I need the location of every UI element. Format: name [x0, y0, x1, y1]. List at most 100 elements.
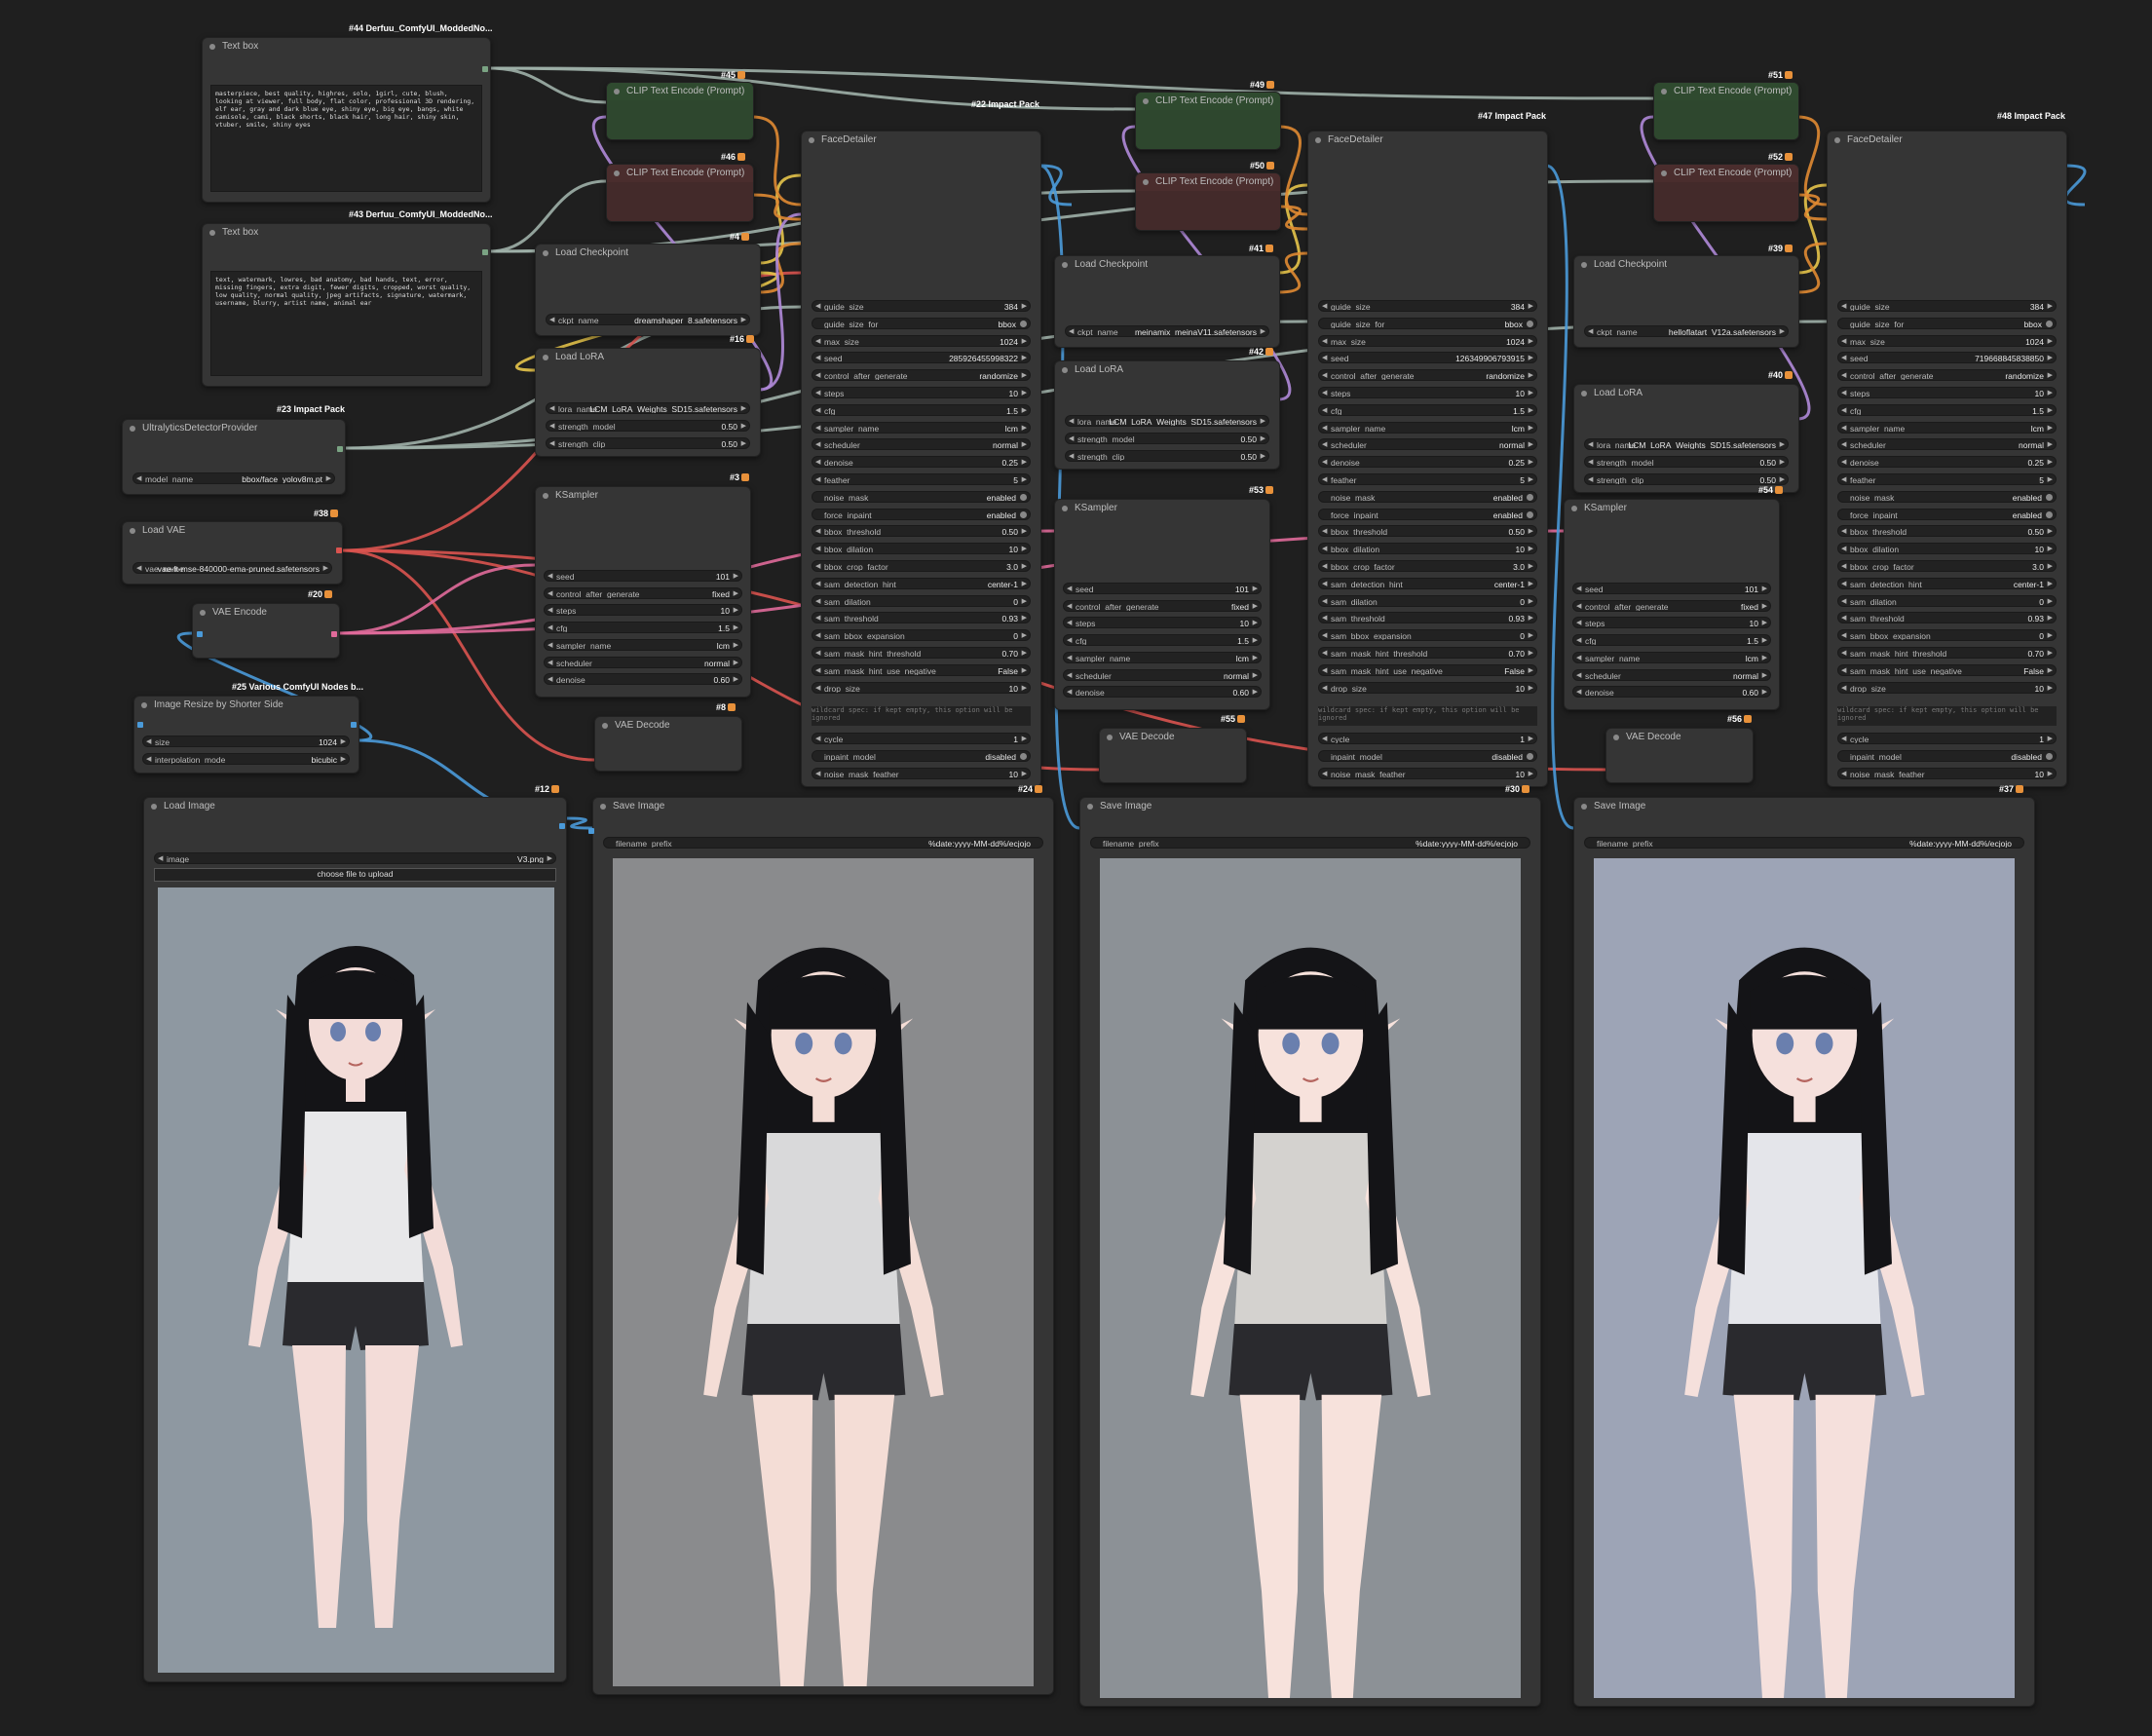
increment-arrow-icon[interactable]: ▶	[1762, 687, 1767, 697]
fd-widget-sam_mask_hint_threshold[interactable]: ◀ sam_mask_hint_threshold 0.70 ▶	[1318, 647, 1537, 659]
face-detailer-2-header[interactable]: FaceDetailer	[1828, 132, 2066, 149]
textbox-negative-header[interactable]: Text box	[203, 224, 490, 242]
increment-arrow-icon[interactable]: ▶	[1762, 670, 1767, 680]
collapse-dot[interactable]	[602, 723, 608, 729]
lora-name-widget[interactable]: ◀ lora_name LCM_LoRA_Weights_SD15.safetens…	[1584, 438, 1789, 450]
decrement-arrow-icon[interactable]: ◀	[815, 665, 820, 675]
increment-arrow-icon[interactable]: ▶	[1253, 635, 1258, 645]
increment-arrow-icon[interactable]: ▶	[1261, 326, 1265, 336]
increment-arrow-icon[interactable]: ▶	[1529, 596, 1533, 606]
decrement-arrow-icon[interactable]: ◀	[1322, 613, 1327, 623]
decrement-arrow-icon[interactable]: ◀	[1841, 544, 1846, 553]
collapse-dot[interactable]	[1613, 735, 1619, 740]
decrement-arrow-icon[interactable]: ◀	[1841, 769, 1846, 778]
fd-widget-bbox_dilation[interactable]: ◀ bbox_dilation 10 ▶	[812, 543, 1031, 555]
fd-widget-noise_mask_feather[interactable]: ◀ noise_mask_feather 10 ▶	[812, 767, 1031, 779]
wire-27[interactable]	[751, 115, 802, 207]
port-8[interactable]	[559, 823, 565, 829]
increment-arrow-icon[interactable]: ▶	[734, 640, 738, 650]
decrement-arrow-icon[interactable]: ◀	[1322, 336, 1327, 346]
increment-arrow-icon[interactable]: ▶	[1529, 423, 1533, 433]
increment-arrow-icon[interactable]: ▶	[1022, 336, 1027, 346]
fd-widget-cfg[interactable]: ◀ cfg 1.5 ▶	[1837, 403, 2057, 416]
wire-16[interactable]	[758, 173, 802, 265]
decrement-arrow-icon[interactable]: ◀	[1841, 370, 1846, 380]
vae-decode-0-header[interactable]: VAE Decode	[595, 717, 741, 735]
load-vae-node[interactable]: Load VAE ◀ vae_name vae-ft-mse-840000-ema-p…	[122, 521, 343, 585]
collapse-dot[interactable]	[1571, 506, 1577, 511]
increment-arrow-icon[interactable]: ▶	[1253, 584, 1258, 593]
collapse-dot[interactable]	[151, 804, 157, 810]
fd-widget-bbox_threshold[interactable]: ◀ bbox_threshold 0.50 ▶	[1318, 525, 1537, 538]
port-1[interactable]	[482, 249, 488, 255]
fd-widget-sam_mask_hint_use_negative[interactable]: ◀ sam_mask_hint_use_negative False ▶	[1837, 663, 2057, 676]
decrement-arrow-icon[interactable]: ◀	[1069, 451, 1074, 461]
decrement-arrow-icon[interactable]: ◀	[815, 596, 820, 606]
decrement-arrow-icon[interactable]: ◀	[547, 623, 552, 632]
collapse-dot[interactable]	[1581, 391, 1587, 396]
increment-arrow-icon[interactable]: ▶	[341, 736, 346, 746]
increment-arrow-icon[interactable]: ▶	[1253, 601, 1258, 611]
increment-arrow-icon[interactable]: ▶	[1529, 388, 1533, 397]
increment-arrow-icon[interactable]: ▶	[734, 588, 738, 598]
load-lora-0[interactable]: Load LoRA ◀ lora_name LCM_LoRA_Weights_SD15…	[535, 348, 761, 457]
filename-prefix-widget[interactable]: filename_prefix %date:yyyy-MM-dd%/ecjojo	[1090, 837, 1530, 849]
decrement-arrow-icon[interactable]: ◀	[1841, 388, 1846, 397]
decrement-arrow-icon[interactable]: ◀	[1588, 457, 1593, 467]
ksampler-widget-denoise[interactable]: ◀ denoise 0.60 ▶	[1572, 686, 1771, 698]
fd-widget-cfg[interactable]: ◀ cfg 1.5 ▶	[812, 403, 1031, 416]
increment-arrow-icon[interactable]: ▶	[1762, 618, 1767, 627]
decrement-arrow-icon[interactable]: ◀	[1322, 769, 1327, 778]
increment-arrow-icon[interactable]: ▶	[1253, 618, 1258, 627]
decrement-arrow-icon[interactable]: ◀	[1841, 630, 1846, 640]
fd-widget-sam_bbox_expansion[interactable]: ◀ sam_bbox_expansion 0 ▶	[1837, 629, 2057, 642]
increment-arrow-icon[interactable]: ▶	[1022, 596, 1027, 606]
size-widget[interactable]: ◀ size 1024 ▶	[142, 736, 350, 747]
decrement-arrow-icon[interactable]: ◀	[136, 563, 141, 573]
load-checkpoint-1[interactable]: Load Checkpoint ◀ ckpt_name meinamix_meinaV…	[1054, 255, 1280, 348]
decrement-arrow-icon[interactable]: ◀	[1067, 687, 1072, 697]
collapse-dot[interactable]	[1062, 262, 1068, 268]
toggle-icon[interactable]	[2046, 752, 2053, 760]
increment-arrow-icon[interactable]: ▶	[1762, 635, 1767, 645]
decrement-arrow-icon[interactable]: ◀	[1069, 326, 1074, 336]
increment-arrow-icon[interactable]: ▶	[1529, 630, 1533, 640]
image-select-widget[interactable]: ◀ image V3.png ▶	[154, 852, 556, 864]
decrement-arrow-icon[interactable]: ◀	[1841, 665, 1846, 675]
fd-widget-cycle[interactable]: ◀ cycle 1 ▶	[812, 733, 1031, 744]
decrement-arrow-icon[interactable]: ◀	[1322, 544, 1327, 553]
textbox-negative[interactable]: Text box text, watermark, lowres, bad ana…	[202, 223, 491, 387]
node-canvas[interactable]: #44 Derfuu_ComfyUI_ModdedNo... Text box ma…	[0, 0, 2152, 1736]
decrement-arrow-icon[interactable]: ◀	[815, 561, 820, 571]
wire-38[interactable]	[1038, 164, 1073, 207]
ksampler-widget-denoise[interactable]: ◀ denoise 0.60 ▶	[544, 673, 742, 686]
increment-arrow-icon[interactable]: ▶	[1529, 734, 1533, 743]
increment-arrow-icon[interactable]: ▶	[2048, 370, 2053, 380]
wire-22[interactable]	[1796, 242, 1828, 294]
wire-39[interactable]	[2063, 164, 2087, 207]
ksampler-widget-control_after_generate[interactable]: ◀ control_after_generate fixed ▶	[1572, 599, 1771, 612]
save-image-0-header[interactable]: Save Image	[593, 798, 1053, 815]
fd-widget-denoise[interactable]: ◀ denoise 0.25 ▶	[812, 456, 1031, 469]
decrement-arrow-icon[interactable]: ◀	[158, 853, 163, 863]
decrement-arrow-icon[interactable]: ◀	[1841, 336, 1846, 346]
increment-arrow-icon[interactable]: ▶	[734, 658, 738, 667]
fd-widget-denoise[interactable]: ◀ denoise 0.25 ▶	[1837, 456, 2057, 469]
collapse-dot[interactable]	[1581, 262, 1587, 268]
clip-text-encode-0[interactable]: CLIP Text Encode (Prompt)	[606, 82, 754, 140]
port-0[interactable]	[482, 66, 488, 72]
fd-widget-sam_bbox_expansion[interactable]: ◀ sam_bbox_expansion 0 ▶	[812, 629, 1031, 642]
collapse-dot[interactable]	[1315, 137, 1321, 143]
wire-21[interactable]	[1277, 251, 1308, 294]
increment-arrow-icon[interactable]: ▶	[1529, 665, 1533, 675]
decrement-arrow-icon[interactable]: ◀	[1322, 370, 1327, 380]
fd-widget-noise_mask_feather[interactable]: ◀ noise_mask_feather 10 ▶	[1318, 767, 1537, 779]
decrement-arrow-icon[interactable]: ◀	[1322, 439, 1327, 449]
collapse-dot[interactable]	[543, 250, 548, 256]
increment-arrow-icon[interactable]: ▶	[2048, 613, 2053, 623]
ksampler-widget-control_after_generate[interactable]: ◀ control_after_generate fixed ▶	[544, 586, 742, 599]
decrement-arrow-icon[interactable]: ◀	[1841, 596, 1846, 606]
ksampler-widget-scheduler[interactable]: ◀ scheduler normal ▶	[544, 656, 742, 668]
vae-decode-2-header[interactable]: VAE Decode	[1606, 729, 1753, 746]
increment-arrow-icon[interactable]: ▶	[1529, 579, 1533, 588]
